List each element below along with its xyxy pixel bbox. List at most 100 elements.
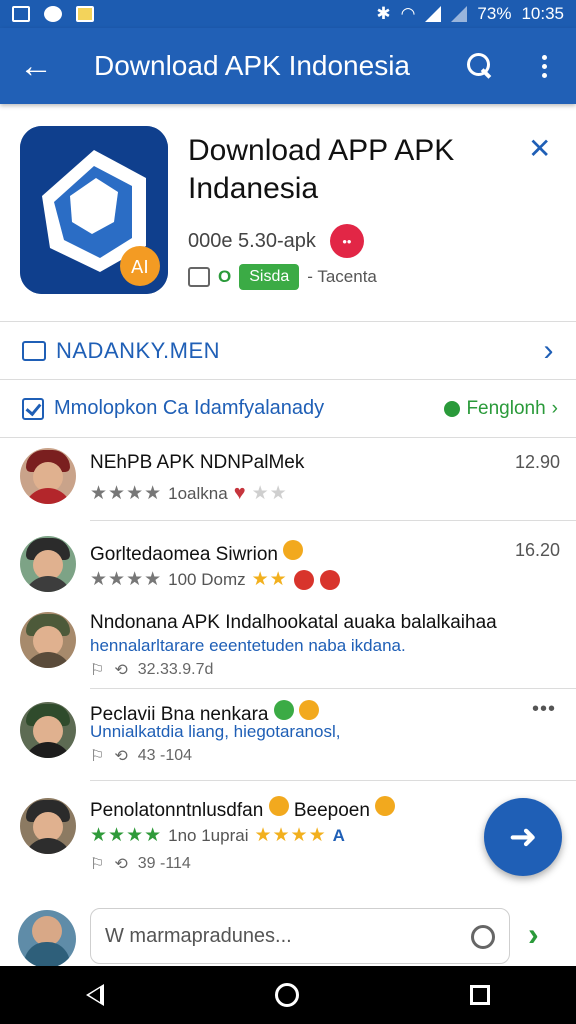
more-horiz-icon[interactable]: •••	[532, 698, 556, 721]
close-icon[interactable]: ✕	[528, 132, 551, 165]
review-item[interactable]: Gorltedaomea Siwrion 16.20 ★★★★ 100 Domz…	[0, 524, 576, 604]
nav-home-icon[interactable]	[274, 983, 299, 1007]
review-author: NEhPB APK NDNPalMek	[90, 452, 305, 473]
emoji-picker-icon[interactable]	[471, 925, 495, 949]
status-pill[interactable]: Sisda	[239, 264, 300, 290]
nav-recents-icon[interactable]	[470, 985, 491, 1005]
review-subtext: 1oalkna	[168, 483, 228, 503]
status-indicator: O	[218, 267, 232, 286]
review-subtext: 100 Domz	[168, 569, 246, 589]
app-title: Download APP APK Indanesia	[188, 132, 508, 208]
review-counts: 39 -114	[137, 855, 191, 872]
app-logo-icon: AI	[20, 126, 168, 294]
svg-text:AI: AI	[131, 257, 149, 278]
app-screen: ✱ ◠ 73% 10:35 ← Download APK Indonesia A…	[0, 0, 576, 1024]
mail-icon	[76, 6, 94, 22]
star-rating: ★★★★	[90, 825, 163, 846]
review-time: 12.90	[514, 452, 560, 472]
brand-icon: A	[332, 825, 345, 845]
review-author-text: Gorltedaomea Siwrion	[90, 544, 278, 565]
review-subtext: 1no 1uprai	[168, 825, 249, 845]
avatar	[20, 702, 76, 758]
search-icon	[467, 53, 493, 79]
star-rating-extra: ★★★★	[254, 825, 327, 846]
chevron-right-icon: ›	[543, 333, 554, 367]
wifi-icon: ◠	[400, 4, 416, 23]
review-author: Penolatonntnlusdfan Beepoen	[90, 796, 396, 822]
like-icon[interactable]: ⚐	[90, 660, 104, 680]
section-link-label: NADANKY.MEN	[56, 337, 221, 363]
comment-placeholder: W marmapradunes...	[105, 924, 292, 947]
status-left	[12, 6, 94, 22]
send-button[interactable]: ›	[528, 916, 539, 953]
app-header: AI Download APP APK Indanesia ✕ 000e 5.3…	[0, 104, 576, 322]
bluetooth-icon: ✱	[376, 4, 391, 23]
review-item[interactable]: Peclavii Bna nenkara ••• Unnialkatdia li…	[0, 694, 576, 778]
emoji-icon	[283, 540, 304, 560]
signal-secondary-icon	[451, 6, 468, 22]
status-right: ✱ ◠ 73% 10:35	[376, 4, 564, 24]
overflow-menu-button[interactable]	[512, 28, 576, 104]
app-tags-row: O Sisda - Tacenta	[188, 264, 377, 290]
divider	[90, 520, 576, 521]
emoji-icon	[299, 700, 320, 720]
app-bar: ← Download APK Indonesia	[0, 28, 576, 104]
review-rating-row: ★★★★ 1no 1uprai ★★★★ A	[90, 824, 345, 847]
star-rating-extra: ★★	[251, 483, 288, 504]
review-item[interactable]: Nndonana APK Indalhookatal auaka balalka…	[0, 606, 576, 690]
emoji-icon	[268, 796, 289, 816]
person-icon	[444, 400, 461, 417]
review-author-text: Penolatonntnlusdfan	[90, 800, 264, 821]
emoji-icon	[375, 796, 396, 816]
list-icon	[22, 340, 46, 361]
comment-input[interactable]: W marmapradunes...	[90, 908, 510, 964]
share-icon[interactable]	[188, 267, 210, 287]
checkbox-icon[interactable]	[22, 397, 44, 420]
review-text: Unnialkatdia liang, hiegotaranosl,	[90, 722, 341, 741]
search-button[interactable]	[448, 28, 512, 104]
nav-back-icon[interactable]	[85, 984, 104, 1006]
avatar	[20, 612, 76, 668]
filter-row[interactable]: Mmolopkon Ca Idamfyalanady Fenglonh ›	[0, 380, 576, 438]
review-item[interactable]: NEhPB APK NDNPalMek 12.90 ★★★★ 1oalkna ♥…	[0, 440, 576, 520]
red-badge-icon[interactable]: ••	[329, 224, 364, 258]
star-rating-extra: ★★	[251, 569, 288, 590]
reply-icon[interactable]: ⟲	[114, 660, 127, 680]
filter-action[interactable]: Fenglonh ›	[444, 398, 558, 420]
review-time: 16.20	[514, 540, 560, 560]
share-fab-button[interactable]: ➜	[484, 798, 562, 876]
more-vert-icon	[541, 54, 547, 78]
emoji-icon	[273, 700, 294, 720]
review-text: hennalarltarare eeentetuden naba ikdana.	[90, 636, 406, 655]
review-counts: 32.33.9.7d	[137, 661, 214, 678]
avatar	[20, 798, 76, 854]
review-counts: 43 -104	[137, 747, 193, 764]
star-rating: ★★★★	[90, 483, 163, 504]
emoji-icon	[293, 569, 314, 590]
filter-row-label: Mmolopkon Ca Idamfyalanady	[54, 397, 325, 419]
filter-action-label: Fenglonh	[466, 397, 546, 419]
arrow-right-icon: ➜	[508, 818, 538, 856]
star-rating: ★★★★	[90, 569, 163, 590]
app-logo-graphic: AI	[20, 126, 168, 294]
like-icon[interactable]: ⚐	[90, 854, 104, 874]
reply-icon[interactable]: ⟲	[114, 854, 127, 874]
like-icon[interactable]: ⚐	[90, 746, 104, 766]
divider	[90, 780, 576, 781]
reply-icon[interactable]: ⟲	[114, 746, 127, 766]
gallery-icon	[12, 6, 30, 22]
red-badge-text: ••	[342, 233, 352, 249]
review-actions: ⚐ ⟲ 43 -104	[90, 746, 192, 766]
status-bar: ✱ ◠ 73% 10:35	[0, 0, 576, 28]
review-actions: ⚐ ⟲ 39 -114	[90, 854, 191, 874]
review-rating-row: ★★★★ 1oalkna ♥ ★★	[90, 482, 288, 505]
system-nav-bar	[0, 966, 576, 1024]
tag-tail-text: - Tacenta	[307, 267, 377, 286]
section-link-row[interactable]: NADANKY.MEN ›	[0, 322, 576, 380]
clock: 10:35	[521, 4, 564, 23]
avatar	[20, 448, 76, 504]
review-actions: ⚐ ⟲ 32.33.9.7d	[90, 660, 213, 680]
avatar	[20, 536, 76, 592]
chevron-right-small-icon: ›	[551, 397, 558, 419]
back-arrow-icon[interactable]: ←	[0, 49, 72, 83]
